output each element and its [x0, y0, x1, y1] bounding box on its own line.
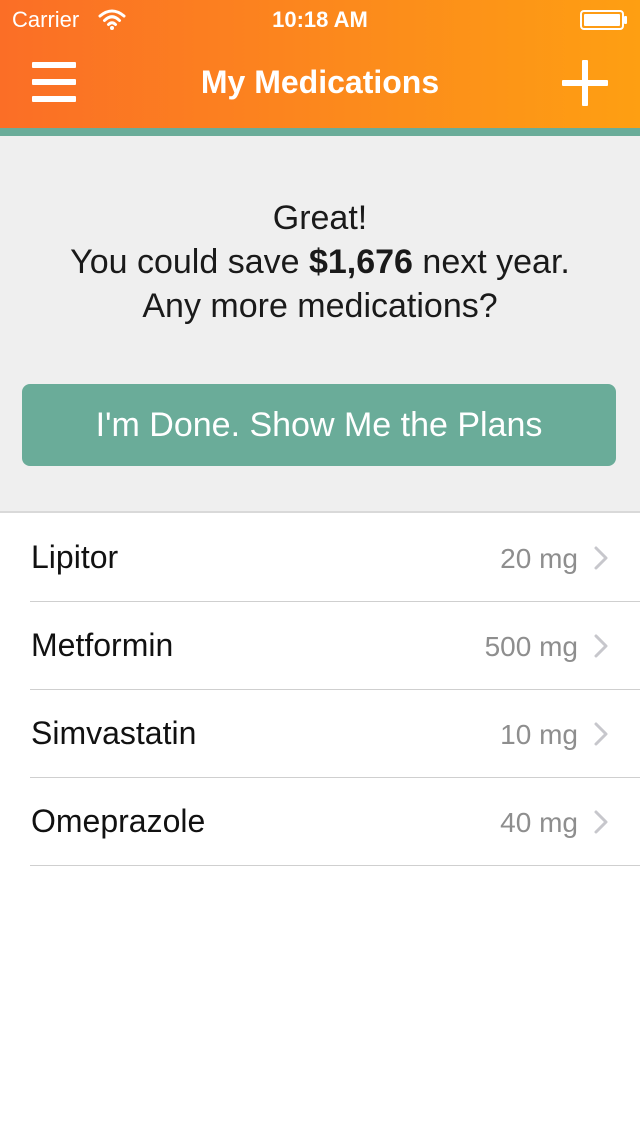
status-bar: Carrier 10:18 AM — [0, 0, 640, 40]
medication-name: Simvastatin — [31, 715, 197, 751]
clock: 10:18 AM — [272, 7, 368, 32]
medication-list: Lipitor 20 mg Metformin 500 mg Simvastat… — [0, 514, 640, 866]
medication-name: Metformin — [31, 627, 174, 663]
chevron-right-icon — [594, 546, 608, 570]
navigation-bar: Carrier 10:18 AM My Medications — [0, 0, 640, 128]
show-plans-button[interactable]: I'm Done. Show Me the Plans — [22, 384, 616, 466]
medication-dose: 40 mg — [500, 807, 578, 838]
header-divider — [0, 128, 640, 136]
page-title: My Medications — [200, 64, 440, 100]
more-medications-prompt: Any more medications? — [142, 287, 498, 325]
medication-row[interactable]: Lipitor 20 mg — [0, 514, 640, 602]
savings-message: You could save $1,676 next year. — [0, 240, 640, 284]
chevron-right-icon — [594, 722, 608, 746]
chevron-right-icon — [594, 810, 608, 834]
medication-row[interactable]: Metformin 500 mg — [0, 602, 640, 690]
savings-suffix: next year. — [412, 243, 570, 281]
medication-name: Lipitor — [31, 539, 119, 575]
summary-headline: Great! — [272, 199, 368, 237]
chevron-right-icon — [594, 634, 608, 658]
savings-prefix: You could save — [70, 243, 309, 281]
medication-dose: 20 mg — [500, 543, 578, 574]
medication-row[interactable]: Omeprazole 40 mg — [0, 778, 640, 866]
add-medication-button[interactable] — [562, 60, 608, 106]
medication-dose: 10 mg — [500, 719, 578, 750]
medication-row[interactable]: Simvastatin 10 mg — [0, 690, 640, 778]
savings-amount: $1,676 — [308, 243, 413, 281]
battery-icon — [580, 10, 627, 30]
medication-dose: 500 mg — [484, 631, 578, 662]
savings-summary: Great! You could save $1,676 next year. … — [0, 136, 640, 513]
medication-name: Omeprazole — [31, 803, 206, 839]
